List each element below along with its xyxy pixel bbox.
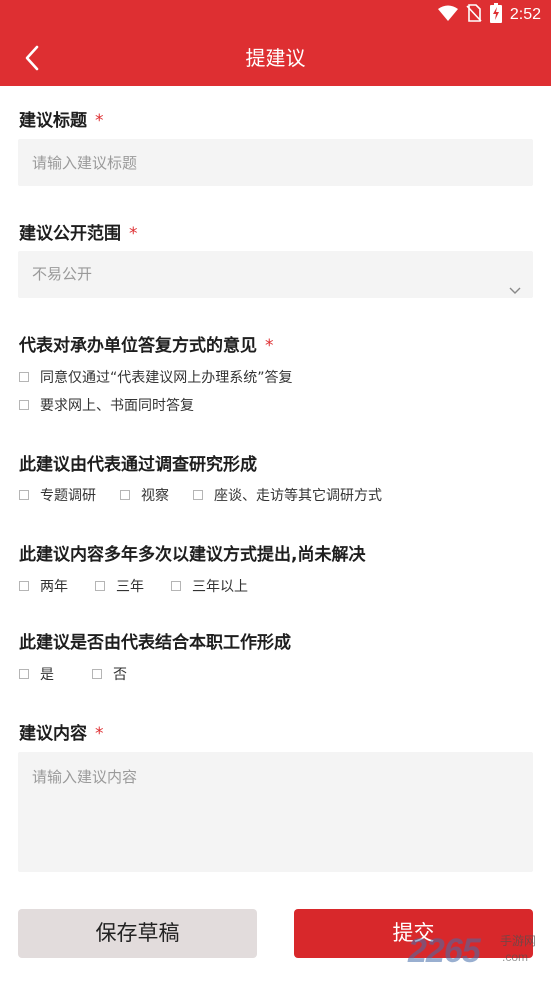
status-bar: 2:52 [0, 0, 551, 30]
option-label: 三年 [116, 579, 144, 595]
title-field-label-text: 建议标题 [19, 111, 87, 131]
checkbox[interactable] [95, 581, 105, 591]
reply-opinion-label: 代表对承办单位答复方式的意见 * [19, 331, 274, 356]
option-label: 要求网上、书面同时答复 [40, 398, 194, 414]
checkbox[interactable] [171, 581, 181, 591]
job-related-option-yes[interactable]: 是 [19, 664, 54, 684]
no-sim-icon [466, 4, 482, 26]
reply-opinion-label-text: 代表对承办单位答复方式的意见 [19, 336, 257, 356]
checkbox[interactable] [193, 490, 203, 500]
chevron-left-icon [25, 45, 39, 71]
option-label: 座谈、走访等其它调研方式 [214, 488, 382, 504]
repeat-option-two-years[interactable]: 两年 [19, 576, 68, 596]
scope-field-label-text: 建议公开范围 [19, 224, 121, 244]
save-draft-button[interactable]: 保存草稿 [18, 909, 257, 958]
research-option-other[interactable]: 座谈、走访等其它调研方式 [193, 485, 382, 505]
option-label: 同意仅通过“代表建议网上办理系统”答复 [40, 370, 293, 386]
job-related-label-text: 此建议是否由代表结合本职工作形成 [19, 633, 291, 653]
research-label-text: 此建议由代表通过调查研究形成 [19, 455, 257, 475]
research-option-inspection[interactable]: 视察 [120, 485, 169, 505]
checkbox[interactable] [19, 581, 29, 591]
required-mark: * [95, 724, 104, 744]
job-related-option-no[interactable]: 否 [92, 664, 127, 684]
checkbox[interactable] [120, 490, 130, 500]
repeat-label: 此建议内容多年多次以建议方式提出,尚未解决 [19, 540, 365, 565]
content-textarea-container [18, 752, 533, 872]
option-label: 是 [40, 667, 54, 683]
research-label: 此建议由代表通过调查研究形成 [19, 450, 257, 475]
back-button[interactable] [14, 40, 50, 76]
scope-field-label: 建议公开范围 * [19, 219, 138, 244]
wifi-icon [437, 5, 458, 25]
watermark-number: 2265 [408, 932, 481, 970]
option-label: 否 [113, 667, 127, 683]
battery-charging-icon [489, 3, 502, 27]
title-field-label: 建议标题 * [19, 106, 104, 131]
required-mark: * [265, 336, 274, 356]
research-option-topic[interactable]: 专题调研 [19, 485, 96, 505]
watermark-logo: 2265 手游网 .com [408, 930, 551, 970]
repeat-option-over-three-years[interactable]: 三年以上 [171, 576, 248, 596]
required-mark: * [129, 224, 138, 244]
checkbox[interactable] [19, 372, 29, 382]
reply-option-online-and-written[interactable]: 要求网上、书面同时答复 [19, 395, 194, 415]
scope-selected-value: 不易公开 [32, 265, 93, 283]
status-time: 2:52 [509, 6, 541, 23]
content-field-label: 建议内容 * [19, 719, 104, 744]
chevron-down-icon [509, 267, 521, 314]
repeat-label-text: 此建议内容多年多次以建议方式提出,尚未解决 [19, 545, 366, 565]
content-field-label-text: 建议内容 [19, 724, 87, 744]
title-input[interactable] [32, 139, 533, 186]
reply-option-online-only[interactable]: 同意仅通过“代表建议网上办理系统”答复 [19, 367, 293, 387]
app-bar: 提建议 [0, 30, 551, 86]
scope-select[interactable]: 不易公开 [18, 251, 533, 298]
option-label: 两年 [40, 579, 68, 595]
required-mark: * [95, 111, 104, 131]
checkbox[interactable] [19, 669, 29, 679]
repeat-option-three-years[interactable]: 三年 [95, 576, 144, 596]
checkbox[interactable] [19, 490, 29, 500]
option-label: 三年以上 [192, 579, 248, 595]
watermark-cn: 手游网 [500, 934, 537, 948]
job-related-label: 此建议是否由代表结合本职工作形成 [19, 628, 291, 653]
page-title: 提建议 [245, 46, 306, 70]
watermark-domain: .com [502, 950, 529, 964]
title-input-container [18, 139, 533, 186]
content-textarea[interactable] [18, 752, 533, 872]
checkbox[interactable] [92, 669, 102, 679]
option-label: 视察 [141, 488, 169, 504]
checkbox[interactable] [19, 400, 29, 410]
option-label: 专题调研 [40, 488, 96, 504]
status-icons: 2:52 [437, 3, 541, 27]
